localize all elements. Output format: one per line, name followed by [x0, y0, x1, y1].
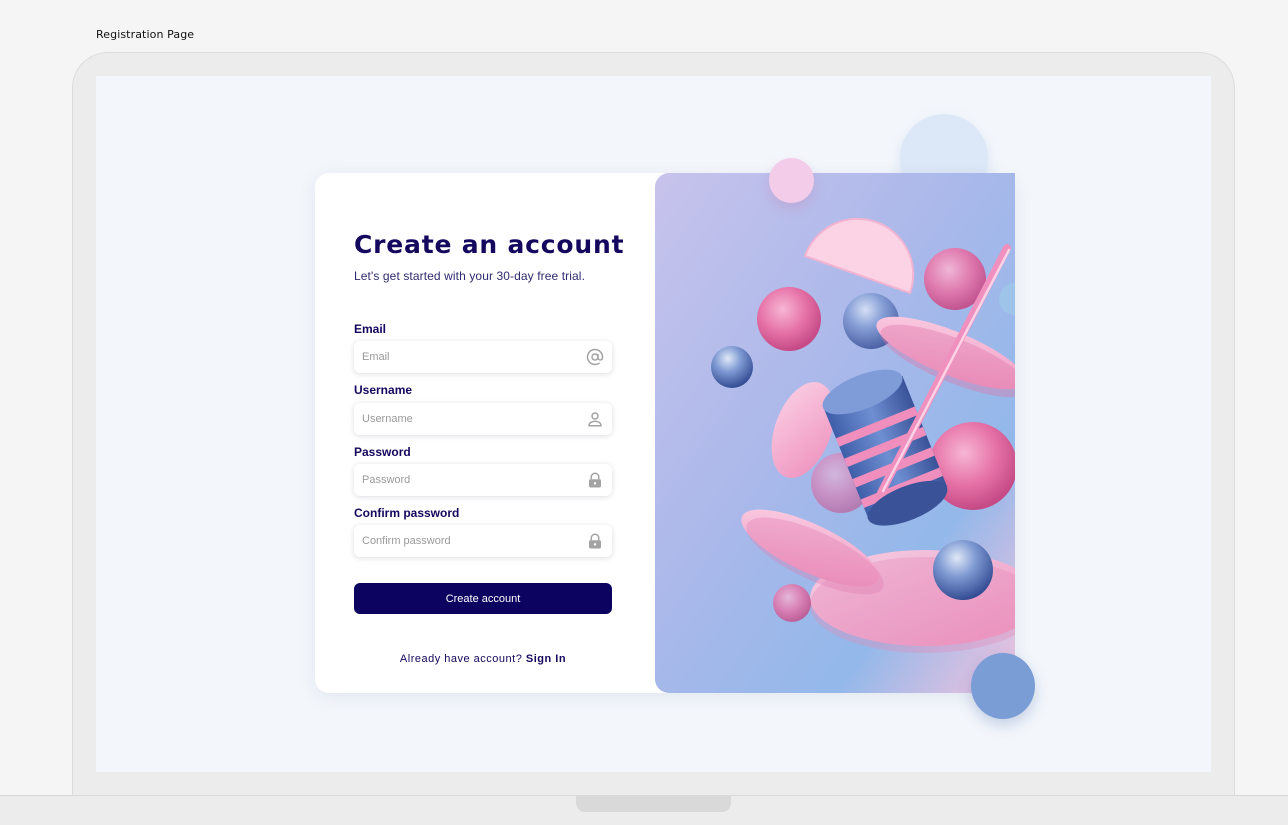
- username-field-box: [354, 403, 612, 435]
- confirm-password-field-box: [354, 525, 612, 557]
- page-subtitle: Let's get started with your 30-day free …: [354, 269, 585, 283]
- password-label: Password: [354, 445, 411, 459]
- create-account-button[interactable]: Create account: [354, 583, 612, 614]
- email-field-box: [354, 341, 612, 373]
- signin-row: Already have account? Sign In: [354, 653, 612, 665]
- confirm-password-input[interactable]: [354, 525, 574, 557]
- screen: Create an account Let's get started with…: [96, 76, 1211, 772]
- email-label: Email: [354, 322, 387, 336]
- signin-prompt: Already have account?: [399, 653, 523, 665]
- registration-card: Create an account Let's get started with…: [315, 173, 1015, 693]
- laptop-notch: [576, 795, 731, 812]
- decor-bubble-pink: [769, 158, 814, 203]
- lock-icon: [589, 472, 601, 488]
- page-title: Create an account: [354, 230, 625, 259]
- lock-icon: [589, 533, 601, 549]
- username-label: Username: [354, 383, 413, 397]
- confirm-password-label: Confirm password: [354, 506, 460, 520]
- password-field-box: [354, 464, 612, 496]
- user-icon: [588, 412, 602, 427]
- decor-bubble-blue: [971, 653, 1035, 719]
- password-input[interactable]: [354, 464, 574, 496]
- at-icon: [586, 348, 604, 366]
- hero-illustration: [655, 173, 1015, 693]
- email-input[interactable]: [354, 341, 574, 373]
- illustration-artwork: [655, 173, 1015, 693]
- username-input[interactable]: [354, 403, 574, 435]
- page-label: Registration Page: [96, 28, 195, 41]
- signin-link[interactable]: Sign In: [526, 653, 566, 665]
